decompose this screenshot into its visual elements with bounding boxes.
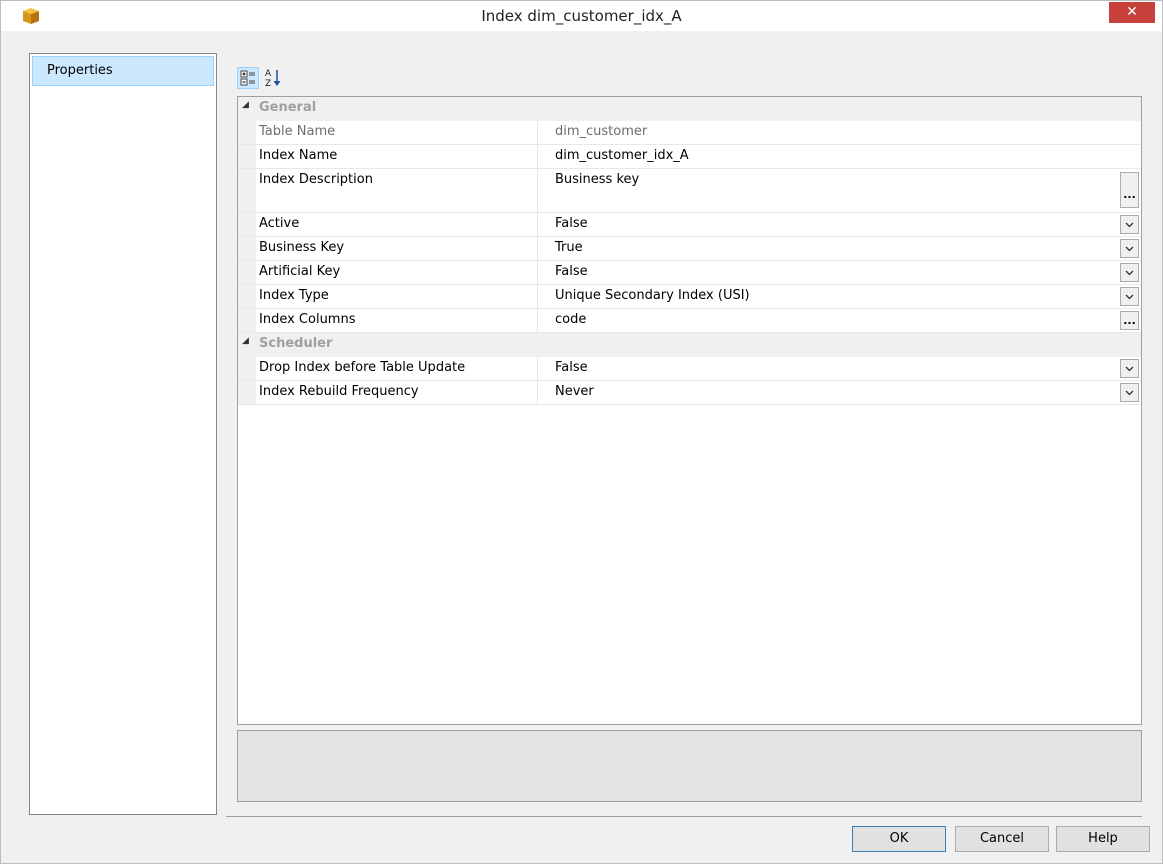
property-name: Index Rebuild Frequency [259, 384, 419, 399]
ellipsis-button[interactable]: ... [1120, 311, 1139, 330]
dialog-window: Index dim_customer_idx_A ✕ Properties A [0, 0, 1163, 864]
svg-text:Z: Z [265, 79, 271, 89]
alphabetical-button[interactable]: A Z [263, 67, 285, 89]
row-gutter [238, 213, 256, 236]
column-divider [537, 285, 538, 308]
dropdown-button[interactable] [1120, 359, 1139, 378]
property-value-select[interactable]: True [555, 240, 583, 255]
property-value-input[interactable]: code [555, 312, 586, 327]
property-row-active[interactable]: Active False [238, 213, 1141, 237]
dropdown-button[interactable] [1120, 215, 1139, 234]
property-value-select[interactable]: Never [555, 384, 594, 399]
collapse-triangle-icon[interactable]: ◢ [242, 336, 249, 346]
column-divider [537, 261, 538, 284]
svg-text:A: A [265, 69, 272, 79]
row-gutter [238, 381, 256, 404]
property-value-input[interactable]: dim_customer_idx_A [555, 148, 689, 163]
column-divider [537, 145, 538, 168]
ellipsis-icon: ... [1123, 314, 1136, 327]
dropdown-button[interactable] [1120, 263, 1139, 282]
window-title: Index dim_customer_idx_A [481, 7, 682, 25]
title-bar: Index dim_customer_idx_A ✕ [1, 1, 1162, 31]
dropdown-button[interactable] [1120, 287, 1139, 306]
property-value-select[interactable]: False [555, 264, 588, 279]
categorized-button[interactable] [237, 67, 259, 89]
row-gutter [238, 169, 256, 212]
row-gutter [238, 261, 256, 284]
property-description-panel [237, 730, 1142, 802]
row-gutter [238, 309, 256, 332]
nav-item-properties[interactable]: Properties [32, 56, 214, 86]
property-row-index-description[interactable]: Index Description Business key ... [238, 169, 1141, 213]
chevron-down-icon [1125, 246, 1134, 252]
category-scheduler[interactable]: ◢ Scheduler [238, 333, 1141, 357]
column-divider [537, 309, 538, 332]
property-row-drop-index[interactable]: Drop Index before Table Update False [238, 357, 1141, 381]
column-divider [537, 169, 538, 212]
property-name: Index Name [259, 148, 338, 163]
sort-alphabetical-icon: A Z [265, 69, 281, 89]
column-divider [537, 213, 538, 236]
property-row-rebuild-frequency[interactable]: Index Rebuild Frequency Never [238, 381, 1141, 405]
chevron-down-icon [1125, 294, 1134, 300]
column-divider [537, 357, 538, 380]
categorized-icon [240, 70, 255, 86]
dropdown-button[interactable] [1120, 383, 1139, 402]
property-name: Active [259, 216, 300, 231]
ellipsis-icon: ... [1123, 188, 1136, 201]
separator-line [226, 816, 1142, 817]
ok-button[interactable]: OK [852, 826, 946, 852]
row-gutter [238, 357, 256, 380]
column-divider [537, 381, 538, 404]
category-label: Scheduler [259, 336, 333, 351]
property-name: Drop Index before Table Update [259, 360, 466, 375]
category-general[interactable]: ◢ General [238, 97, 1141, 121]
close-button[interactable]: ✕ [1109, 2, 1155, 23]
chevron-down-icon [1125, 222, 1134, 228]
property-grid: ◢ General Table Name dim_customer Index … [237, 96, 1142, 725]
property-row-artificial-key[interactable]: Artificial Key False [238, 261, 1141, 285]
property-row-table-name[interactable]: Table Name dim_customer [238, 121, 1141, 145]
row-gutter [238, 237, 256, 260]
property-row-index-type[interactable]: Index Type Unique Secondary Index (USI) [238, 285, 1141, 309]
collapse-triangle-icon[interactable]: ◢ [242, 100, 249, 110]
row-gutter [238, 121, 256, 144]
property-name: Artificial Key [259, 264, 341, 279]
cancel-button[interactable]: Cancel [955, 826, 1049, 852]
chevron-down-icon [1125, 366, 1134, 372]
dropdown-button[interactable] [1120, 239, 1139, 258]
property-value-select[interactable]: False [555, 216, 588, 231]
ellipsis-button[interactable]: ... [1120, 172, 1139, 208]
property-name: Index Type [259, 288, 329, 303]
column-divider [537, 237, 538, 260]
row-gutter [238, 145, 256, 168]
property-value-select[interactable]: Unique Secondary Index (USI) [555, 288, 750, 303]
property-row-index-columns[interactable]: Index Columns code ... [238, 309, 1141, 333]
property-value-select[interactable]: False [555, 360, 588, 375]
property-grid-toolbar: A Z [237, 67, 297, 91]
property-name: Table Name [259, 124, 336, 139]
close-icon: ✕ [1126, 4, 1138, 20]
property-row-business-key[interactable]: Business Key True [238, 237, 1141, 261]
column-divider [537, 121, 538, 144]
property-name: Business Key [259, 240, 345, 255]
navigation-panel: Properties [29, 53, 217, 815]
row-gutter [238, 285, 256, 308]
help-button[interactable]: Help [1056, 826, 1150, 852]
property-row-index-name[interactable]: Index Name dim_customer_idx_A [238, 145, 1141, 169]
chevron-down-icon [1125, 270, 1134, 276]
category-label: General [259, 100, 317, 115]
chevron-down-icon [1125, 390, 1134, 396]
property-value-input[interactable]: Business key [555, 172, 639, 187]
property-name: Index Columns [259, 312, 356, 327]
property-value: dim_customer [555, 124, 648, 139]
property-name: Index Description [259, 172, 373, 187]
